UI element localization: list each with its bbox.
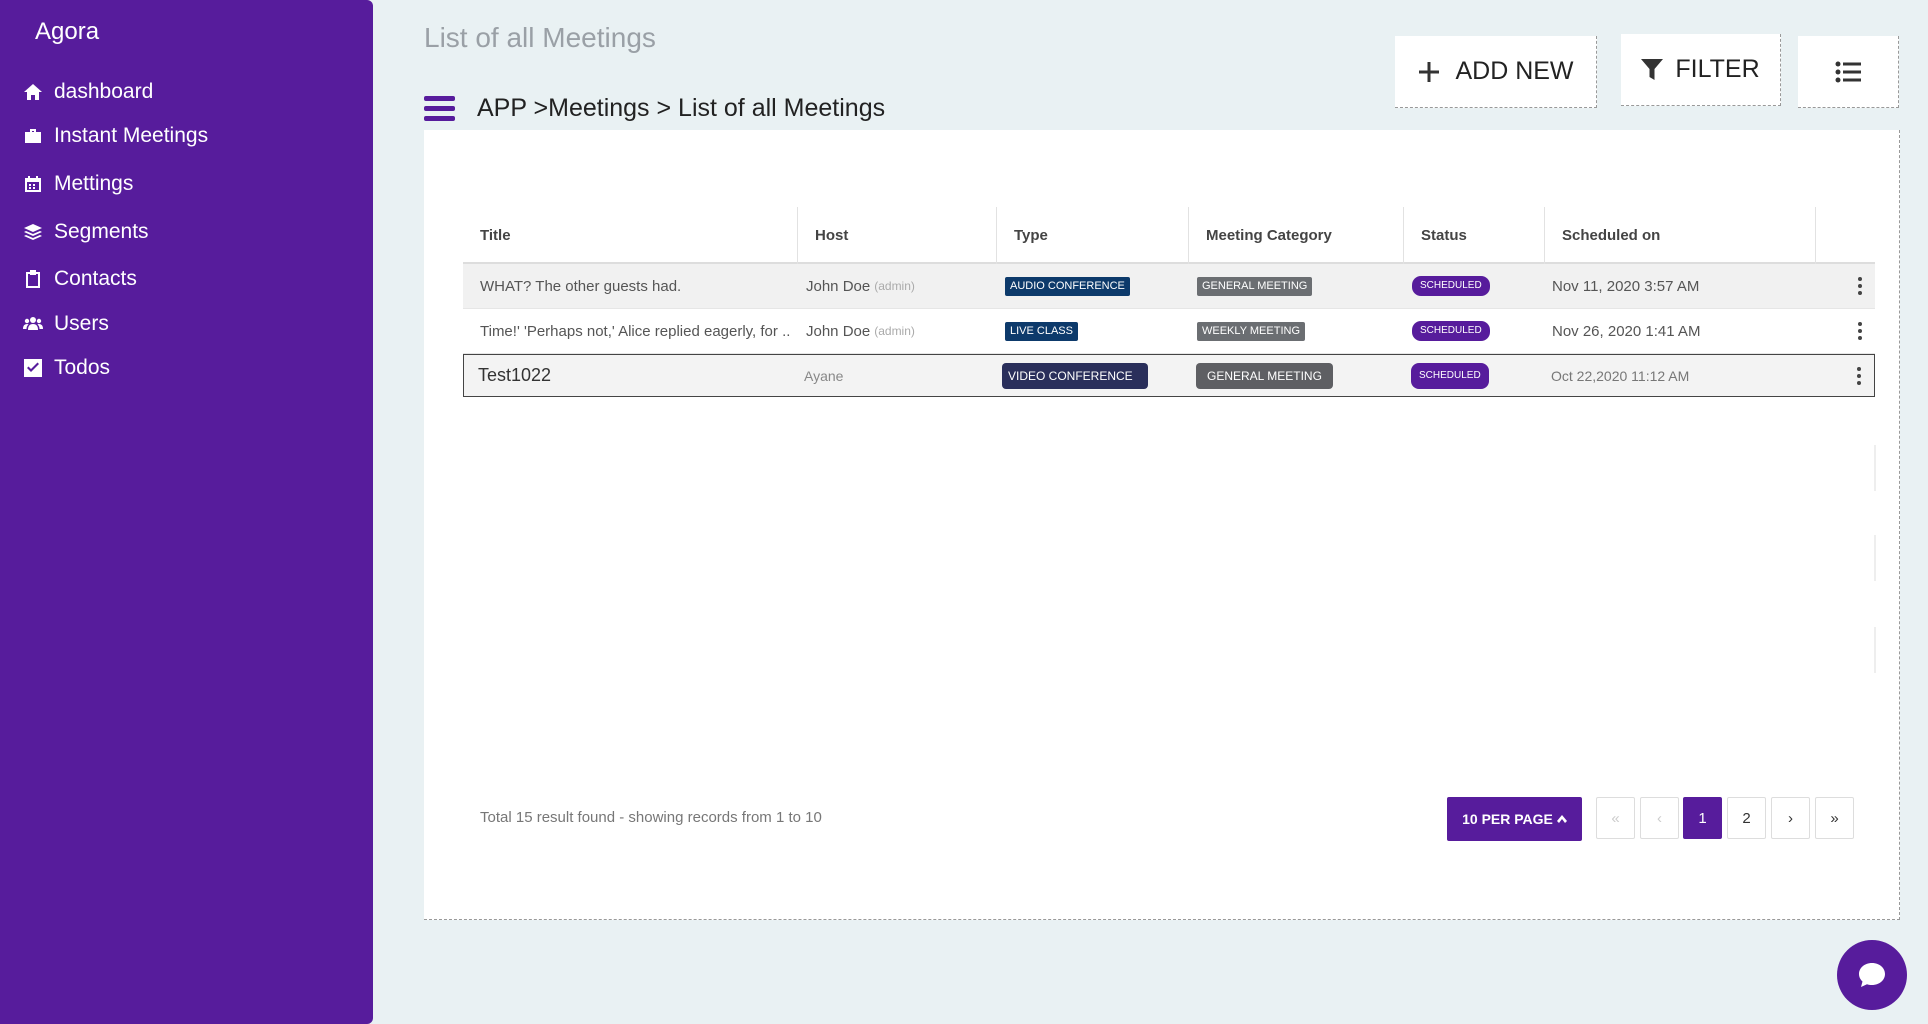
pager-page-1[interactable]: 1 (1683, 797, 1722, 839)
status-badge: SCHEDULED (1411, 362, 1489, 389)
row-scheduled: Oct 22,2020 11:12 AM (1551, 367, 1690, 384)
sidebar-item-segments[interactable]: Segments (22, 220, 149, 244)
sidebar-item-label: Segments (54, 220, 149, 243)
sidebar-item-label: Instant Meetings (54, 124, 209, 147)
chat-bubble-icon (1857, 961, 1887, 989)
status-badge: SCHEDULED (1412, 321, 1490, 341)
list-icon (1835, 60, 1861, 84)
chat-button[interactable] (1837, 940, 1907, 1010)
filter-icon (1641, 58, 1664, 82)
type-badge: LIVE CLASS (1005, 321, 1078, 341)
pager-first-button[interactable]: « (1596, 797, 1635, 839)
divider (1874, 445, 1876, 491)
sidebar-item-instant-meetings[interactable]: Instant Meetings (22, 124, 208, 148)
row-type: LIVE CLASS (1005, 309, 1078, 353)
row-actions[interactable] (1858, 264, 1862, 308)
host-name: John Doe (806, 322, 871, 340)
pager-page-2[interactable]: 2 (1727, 797, 1766, 839)
table-header: Title Host Type Meeting Category Status … (463, 207, 1875, 264)
chevron-up-icon (1556, 815, 1567, 823)
row-type: AUDIO CONFERENCE (1005, 264, 1130, 308)
kebab-menu-icon[interactable] (1857, 365, 1861, 386)
filter-label: FILTER (1675, 55, 1760, 83)
plus-icon (1417, 60, 1441, 84)
add-new-label: ADD NEW (1455, 57, 1574, 85)
table-row[interactable]: Time!' 'Perhaps not,' Alice replied eage… (463, 309, 1875, 354)
clipboard-icon (22, 268, 44, 290)
page-title: List of all Meetings (424, 22, 656, 53)
calendar-icon (22, 173, 44, 195)
row-scheduled: Nov 11, 2020 3:57 AM (1552, 277, 1700, 295)
pager-next-button[interactable]: › (1771, 797, 1810, 839)
users-icon (22, 313, 44, 335)
row-host: John Doe (admin) (806, 309, 915, 353)
row-actions[interactable] (1857, 355, 1861, 396)
sidebar-item-label: Users (54, 312, 109, 335)
row-title: WHAT? The other guests had. (480, 277, 682, 295)
sidebar-item-dashboard[interactable]: dashboard (22, 80, 153, 104)
kebab-menu-icon[interactable] (1858, 321, 1862, 342)
sidebar: Agora dashboard Instant Meetings Metting… (0, 0, 373, 1024)
breadcrumb: APP >Meetings > List of all Meetings (477, 94, 886, 122)
results-summary: Total 15 result found - showing records … (480, 809, 822, 826)
list-view-button[interactable] (1798, 36, 1899, 108)
sidebar-item-contacts[interactable]: Contacts (22, 267, 137, 291)
divider (1874, 627, 1876, 673)
divider (1874, 535, 1876, 581)
column-header-scheduled[interactable]: Scheduled on (1545, 207, 1816, 264)
row-actions[interactable] (1858, 309, 1862, 353)
sidebar-item-label: dashboard (54, 80, 154, 103)
type-badge: VIDEO CONFERENCE (1002, 362, 1148, 389)
app-brand[interactable]: Agora (35, 18, 99, 46)
layers-icon (22, 221, 44, 243)
meetings-table: Title Host Type Meeting Category Status … (463, 207, 1875, 397)
column-header-host[interactable]: Host (798, 207, 997, 264)
menu-toggle-icon[interactable] (424, 96, 455, 122)
filter-button[interactable]: FILTER (1621, 34, 1781, 106)
type-badge: AUDIO CONFERENCE (1005, 276, 1130, 296)
row-title: Test1022 (478, 365, 552, 385)
sidebar-item-todos[interactable]: Todos (22, 356, 110, 380)
category-badge: WEEKLY MEETING (1197, 321, 1306, 341)
host-name: Ayane (804, 367, 844, 384)
column-header-category[interactable]: Meeting Category (1189, 207, 1404, 264)
row-status: SCHEDULED (1411, 355, 1489, 396)
row-host: John Doe (admin) (806, 264, 915, 308)
table-row-selected[interactable]: Test1022 Ayane VIDEO CONFERENCE GENERAL … (463, 354, 1875, 397)
host-role: (admin) (874, 324, 915, 338)
row-status: SCHEDULED (1412, 309, 1490, 353)
row-status: SCHEDULED (1412, 264, 1490, 308)
pager-last-button[interactable]: » (1815, 797, 1854, 839)
row-host: Ayane (804, 355, 843, 396)
row-category: GENERAL MEETING (1197, 264, 1313, 308)
home-icon (22, 81, 44, 103)
category-badge: GENERAL MEETING (1196, 362, 1333, 389)
sidebar-item-mettings[interactable]: Mettings (22, 172, 133, 196)
column-header-type[interactable]: Type (997, 207, 1189, 264)
sidebar-item-label: Contacts (54, 267, 137, 290)
per-page-label: 10 PER PAGE (1462, 811, 1553, 827)
category-badge: GENERAL MEETING (1197, 276, 1313, 296)
host-name: John Doe (806, 277, 871, 295)
column-header-title[interactable]: Title (463, 207, 798, 264)
per-page-button[interactable]: 10 PER PAGE (1447, 797, 1582, 841)
row-category: GENERAL MEETING (1196, 355, 1333, 396)
pager-prev-button[interactable]: ‹ (1640, 797, 1679, 839)
host-role: (admin) (874, 279, 915, 293)
row-category: WEEKLY MEETING (1197, 309, 1306, 353)
sidebar-item-label: Mettings (54, 172, 134, 195)
column-header-status[interactable]: Status (1404, 207, 1545, 264)
checkbox-icon (22, 357, 44, 379)
add-new-button[interactable]: ADD NEW (1395, 36, 1597, 108)
briefcase-icon (22, 125, 44, 147)
kebab-menu-icon[interactable] (1858, 276, 1862, 297)
sidebar-item-label: Todos (54, 356, 111, 379)
status-badge: SCHEDULED (1412, 276, 1490, 296)
table-row[interactable]: WHAT? The other guests had. John Doe (ad… (463, 264, 1875, 309)
row-scheduled: Nov 26, 2020 1:41 AM (1552, 322, 1701, 340)
row-type: VIDEO CONFERENCE (1002, 355, 1148, 396)
row-title: Time!' 'Perhaps not,' Alice replied eage… (480, 322, 790, 340)
sidebar-item-users[interactable]: Users (22, 312, 109, 336)
